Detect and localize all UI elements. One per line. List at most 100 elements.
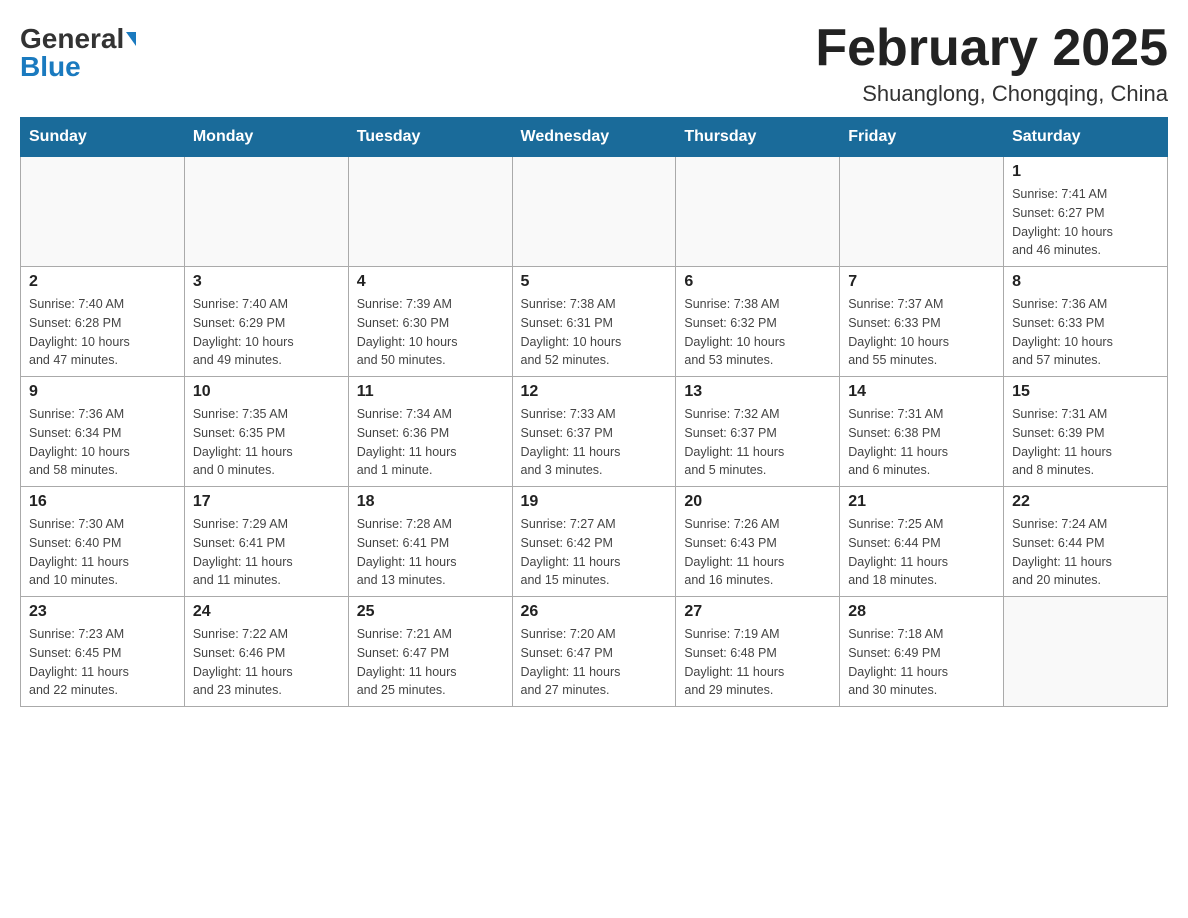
calendar-day-cell: 11 Sunrise: 7:34 AMSunset: 6:36 PMDayligh… bbox=[348, 377, 512, 487]
day-number: 9 bbox=[29, 383, 176, 401]
day-info: Sunrise: 7:35 AMSunset: 6:35 PMDaylight:… bbox=[193, 405, 340, 480]
day-number: 2 bbox=[29, 273, 176, 291]
calendar-day-cell: 17Sunrise: 7:29 AMSunset: 6:41 PMDayligh… bbox=[184, 487, 348, 597]
day-number: 12 bbox=[521, 383, 668, 401]
day-number: 10 bbox=[193, 383, 340, 401]
calendar-day-cell: 10 Sunrise: 7:35 AMSunset: 6:35 PMDayligh… bbox=[184, 377, 348, 487]
month-title: February 2025 bbox=[815, 20, 1168, 77]
calendar-day-cell bbox=[840, 157, 1004, 267]
calendar-table: SundayMondayTuesdayWednesdayThursdayFrid… bbox=[20, 117, 1168, 707]
day-info: Sunrise: 7:31 AMSunset: 6:38 PMDaylight:… bbox=[848, 405, 995, 480]
calendar-day-cell: 26 Sunrise: 7:20 AMSunset: 6:47 PMDayligh… bbox=[512, 597, 676, 707]
day-number: 27 bbox=[684, 603, 831, 621]
calendar-week-row: 16 Sunrise: 7:30 AMSunset: 6:40 PMDayligh… bbox=[21, 487, 1168, 597]
calendar-day-cell: 12 Sunrise: 7:33 AMSunset: 6:37 PMDayligh… bbox=[512, 377, 676, 487]
day-info: Sunrise: 7:32 AMSunset: 6:37 PMDaylight:… bbox=[684, 405, 831, 480]
calendar-day-cell: 1 Sunrise: 7:41 AMSunset: 6:27 PMDaylight… bbox=[1004, 157, 1168, 267]
calendar-day-cell: 20Sunrise: 7:26 AMSunset: 6:43 PMDayligh… bbox=[676, 487, 840, 597]
day-info: Sunrise: 7:36 AMSunset: 6:33 PMDaylight:… bbox=[1012, 295, 1159, 370]
day-info: Sunrise: 7:30 AMSunset: 6:40 PMDaylight:… bbox=[29, 515, 176, 590]
logo-general-text: General bbox=[20, 25, 124, 53]
day-info: Sunrise: 7:40 AMSunset: 6:28 PMDaylight:… bbox=[29, 295, 176, 370]
day-info: Sunrise: 7:20 AMSunset: 6:47 PMDaylight:… bbox=[521, 625, 668, 700]
calendar-week-row: 2 Sunrise: 7:40 AMSunset: 6:28 PMDaylight… bbox=[21, 267, 1168, 377]
day-of-week-header: Sunday bbox=[21, 118, 185, 157]
calendar-day-cell bbox=[676, 157, 840, 267]
page-header: General Blue February 2025 Shuanglong, C… bbox=[20, 20, 1168, 107]
day-of-week-header: Wednesday bbox=[512, 118, 676, 157]
day-number: 13 bbox=[684, 383, 831, 401]
day-info: Sunrise: 7:40 AMSunset: 6:29 PMDaylight:… bbox=[193, 295, 340, 370]
day-of-week-header: Monday bbox=[184, 118, 348, 157]
day-info: Sunrise: 7:22 AMSunset: 6:46 PMDaylight:… bbox=[193, 625, 340, 700]
calendar-day-cell: 23 Sunrise: 7:23 AMSunset: 6:45 PMDayligh… bbox=[21, 597, 185, 707]
calendar-week-row: 1 Sunrise: 7:41 AMSunset: 6:27 PMDaylight… bbox=[21, 157, 1168, 267]
logo-blue-text: Blue bbox=[20, 53, 81, 81]
day-info: Sunrise: 7:34 AMSunset: 6:36 PMDaylight:… bbox=[357, 405, 504, 480]
calendar-day-cell: 5 Sunrise: 7:38 AMSunset: 6:31 PMDaylight… bbox=[512, 267, 676, 377]
day-number: 16 bbox=[29, 493, 176, 511]
calendar-day-cell: 18 Sunrise: 7:28 AMSunset: 6:41 PMDayligh… bbox=[348, 487, 512, 597]
calendar-day-cell: 14 Sunrise: 7:31 AMSunset: 6:38 PMDayligh… bbox=[840, 377, 1004, 487]
day-info: Sunrise: 7:31 AMSunset: 6:39 PMDaylight:… bbox=[1012, 405, 1159, 480]
day-number: 15 bbox=[1012, 383, 1159, 401]
calendar-day-cell: 4Sunrise: 7:39 AMSunset: 6:30 PMDaylight… bbox=[348, 267, 512, 377]
day-number: 8 bbox=[1012, 273, 1159, 291]
day-info: Sunrise: 7:38 AMSunset: 6:32 PMDaylight:… bbox=[684, 295, 831, 370]
day-of-week-header: Tuesday bbox=[348, 118, 512, 157]
day-number: 23 bbox=[29, 603, 176, 621]
calendar-day-cell: 9 Sunrise: 7:36 AMSunset: 6:34 PMDaylight… bbox=[21, 377, 185, 487]
day-info: Sunrise: 7:33 AMSunset: 6:37 PMDaylight:… bbox=[521, 405, 668, 480]
day-number: 5 bbox=[521, 273, 668, 291]
calendar-day-cell: 28Sunrise: 7:18 AMSunset: 6:49 PMDayligh… bbox=[840, 597, 1004, 707]
day-info: Sunrise: 7:27 AMSunset: 6:42 PMDaylight:… bbox=[521, 515, 668, 590]
calendar-day-cell bbox=[512, 157, 676, 267]
day-of-week-header: Friday bbox=[840, 118, 1004, 157]
calendar-day-cell: 3Sunrise: 7:40 AMSunset: 6:29 PMDaylight… bbox=[184, 267, 348, 377]
calendar-day-cell: 24Sunrise: 7:22 AMSunset: 6:46 PMDayligh… bbox=[184, 597, 348, 707]
calendar-day-cell bbox=[184, 157, 348, 267]
day-number: 18 bbox=[357, 493, 504, 511]
location-title: Shuanglong, Chongqing, China bbox=[815, 81, 1168, 107]
calendar-day-cell bbox=[21, 157, 185, 267]
logo: General Blue bbox=[20, 20, 136, 81]
day-number: 26 bbox=[521, 603, 668, 621]
day-number: 4 bbox=[357, 273, 504, 291]
day-info: Sunrise: 7:37 AMSunset: 6:33 PMDaylight:… bbox=[848, 295, 995, 370]
day-info: Sunrise: 7:38 AMSunset: 6:31 PMDaylight:… bbox=[521, 295, 668, 370]
calendar-day-cell: 13 Sunrise: 7:32 AMSunset: 6:37 PMDayligh… bbox=[676, 377, 840, 487]
day-number: 14 bbox=[848, 383, 995, 401]
day-number: 19 bbox=[521, 493, 668, 511]
calendar-day-cell: 25Sunrise: 7:21 AMSunset: 6:47 PMDayligh… bbox=[348, 597, 512, 707]
day-info: Sunrise: 7:28 AMSunset: 6:41 PMDaylight:… bbox=[357, 515, 504, 590]
day-number: 11 bbox=[357, 383, 504, 401]
calendar-day-cell bbox=[348, 157, 512, 267]
day-info: Sunrise: 7:36 AMSunset: 6:34 PMDaylight:… bbox=[29, 405, 176, 480]
calendar-week-row: 9 Sunrise: 7:36 AMSunset: 6:34 PMDaylight… bbox=[21, 377, 1168, 487]
calendar-day-cell bbox=[1004, 597, 1168, 707]
day-number: 22 bbox=[1012, 493, 1159, 511]
calendar-day-cell: 15 Sunrise: 7:31 AMSunset: 6:39 PMDayligh… bbox=[1004, 377, 1168, 487]
day-number: 7 bbox=[848, 273, 995, 291]
calendar-day-cell: 19 Sunrise: 7:27 AMSunset: 6:42 PMDayligh… bbox=[512, 487, 676, 597]
day-info: Sunrise: 7:23 AMSunset: 6:45 PMDaylight:… bbox=[29, 625, 176, 700]
day-number: 21 bbox=[848, 493, 995, 511]
day-info: Sunrise: 7:19 AMSunset: 6:48 PMDaylight:… bbox=[684, 625, 831, 700]
calendar-day-cell: 16 Sunrise: 7:30 AMSunset: 6:40 PMDayligh… bbox=[21, 487, 185, 597]
day-of-week-header: Saturday bbox=[1004, 118, 1168, 157]
calendar-day-cell: 27 Sunrise: 7:19 AMSunset: 6:48 PMDayligh… bbox=[676, 597, 840, 707]
calendar-day-cell: 7 Sunrise: 7:37 AMSunset: 6:33 PMDaylight… bbox=[840, 267, 1004, 377]
logo-arrow-icon bbox=[126, 32, 136, 46]
day-number: 1 bbox=[1012, 163, 1159, 181]
day-info: Sunrise: 7:41 AMSunset: 6:27 PMDaylight:… bbox=[1012, 185, 1159, 260]
calendar-day-cell: 6Sunrise: 7:38 AMSunset: 6:32 PMDaylight… bbox=[676, 267, 840, 377]
day-info: Sunrise: 7:25 AMSunset: 6:44 PMDaylight:… bbox=[848, 515, 995, 590]
calendar-day-cell: 22Sunrise: 7:24 AMSunset: 6:44 PMDayligh… bbox=[1004, 487, 1168, 597]
day-info: Sunrise: 7:26 AMSunset: 6:43 PMDaylight:… bbox=[684, 515, 831, 590]
calendar-day-cell: 2 Sunrise: 7:40 AMSunset: 6:28 PMDaylight… bbox=[21, 267, 185, 377]
day-info: Sunrise: 7:21 AMSunset: 6:47 PMDaylight:… bbox=[357, 625, 504, 700]
day-number: 17 bbox=[193, 493, 340, 511]
calendar-header-row: SundayMondayTuesdayWednesdayThursdayFrid… bbox=[21, 118, 1168, 157]
day-of-week-header: Thursday bbox=[676, 118, 840, 157]
day-info: Sunrise: 7:18 AMSunset: 6:49 PMDaylight:… bbox=[848, 625, 995, 700]
